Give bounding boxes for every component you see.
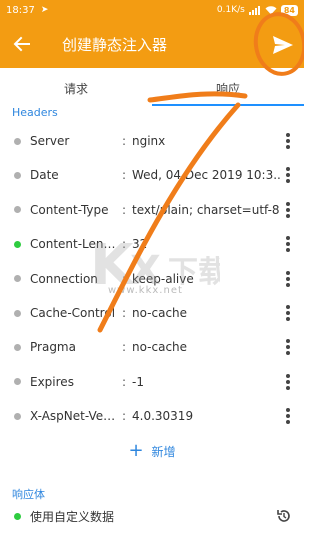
header-row[interactable]: Cache-Control: no-cache (0, 296, 304, 330)
app-bar: 创建静态注入器 (0, 20, 304, 68)
signal-icon (248, 5, 261, 15)
header-value: keep-alive (132, 271, 194, 286)
header-value: Wed, 04 Dec 2019 10:3... (132, 168, 280, 183)
watermark-url: www.kkx.net (108, 285, 183, 296)
separator: : (121, 134, 127, 148)
header-value: no-cache (132, 306, 188, 320)
status-right: 0.1K/s 84 (216, 4, 298, 16)
status-dot (14, 240, 21, 248)
separator: : (121, 409, 127, 424)
header-value: text/plain; charset=utf-8 (132, 202, 280, 217)
separator: : (121, 168, 127, 183)
header-key: Connection (30, 271, 98, 286)
more-vert-icon[interactable] (286, 133, 290, 149)
more-vert-icon[interactable] (286, 236, 290, 253)
more-vert-icon[interactable] (286, 201, 290, 218)
header-value: no-cache (132, 340, 188, 355)
response-body-section-label: 响应体 (12, 488, 45, 501)
more-vert-icon[interactable] (286, 373, 290, 390)
status-bar: 18:37 ➤ 0.1K/s 84 (0, 0, 304, 20)
tab-request[interactable]: 请求 (0, 68, 152, 108)
send-icon (273, 36, 293, 54)
tab-response[interactable]: 响应 (152, 68, 304, 108)
header-key: X-AspNet-Ver... (30, 409, 118, 424)
custom-data-option[interactable]: 使用自定义数据 (0, 504, 304, 528)
tab-response-label: 响应 (215, 81, 240, 96)
header-key: Server (30, 134, 70, 148)
status-time: 18:37 (6, 4, 35, 16)
status-dot (14, 137, 21, 145)
header-row[interactable]: Content-Length:32 (0, 227, 304, 261)
tab-bar: 请求 响应 (0, 68, 304, 108)
history-icon[interactable] (276, 508, 292, 524)
header-row[interactable]: X-AspNet-Ver...:4.0.30319 (0, 399, 304, 433)
header-value: -1 (132, 374, 144, 389)
header-row[interactable]: Date: Wed, 04 Dec 2019 10:3... (0, 158, 304, 192)
status-dot (14, 171, 21, 179)
status-dot (14, 378, 21, 386)
header-key: Cache-Control (30, 306, 116, 320)
more-vert-icon[interactable] (286, 270, 290, 287)
header-row[interactable]: Expires: -1 (0, 365, 304, 399)
status-dot (14, 343, 21, 351)
arrow-left-icon (13, 36, 30, 52)
headers-section-label: Headers (12, 106, 58, 119)
wifi-icon (265, 5, 277, 15)
add-header-label: 新增 (151, 444, 176, 459)
header-key: Pragma (30, 340, 76, 355)
header-key: Content-Length (30, 237, 118, 252)
battery-icon: 84 (280, 4, 298, 16)
more-vert-icon[interactable] (286, 339, 290, 356)
tab-request-label: 请求 (63, 81, 88, 96)
header-row[interactable]: Server: nginx (0, 124, 304, 158)
header-key: Date (30, 168, 59, 183)
status-dot (14, 412, 21, 420)
separator: : (121, 237, 127, 252)
separator: : (121, 340, 127, 355)
status-dot (14, 309, 21, 317)
more-vert-icon[interactable] (286, 305, 290, 321)
network-speed: 0.1K/s (216, 5, 245, 15)
header-key: Expires (30, 374, 74, 389)
more-vert-icon[interactable] (286, 167, 290, 184)
separator: : (121, 306, 127, 320)
send-notification-icon: ➤ (40, 5, 49, 15)
separator: : (121, 271, 127, 286)
plus-icon: + (128, 440, 144, 461)
status-dot (14, 512, 21, 520)
header-row[interactable]: Pragma: no-cache (0, 330, 304, 364)
separator: : (121, 202, 127, 217)
header-row[interactable]: Content-Type: text/plain; charset=utf-8 (0, 193, 304, 227)
status-dot (14, 206, 21, 214)
header-value: nginx (132, 134, 166, 148)
header-value: 32 (132, 237, 148, 252)
page-title: 创建静态注入器 (62, 35, 168, 54)
add-header-button[interactable]: + 新增 (0, 438, 304, 464)
send-button[interactable] (270, 32, 296, 58)
separator: : (121, 374, 127, 389)
header-value: 4.0.30319 (132, 409, 194, 424)
more-vert-icon[interactable] (286, 408, 290, 425)
header-key: Content-Type (30, 202, 109, 217)
status-dot (14, 275, 21, 283)
custom-data-label: 使用自定义数据 (30, 509, 115, 524)
back-button[interactable] (0, 20, 44, 68)
